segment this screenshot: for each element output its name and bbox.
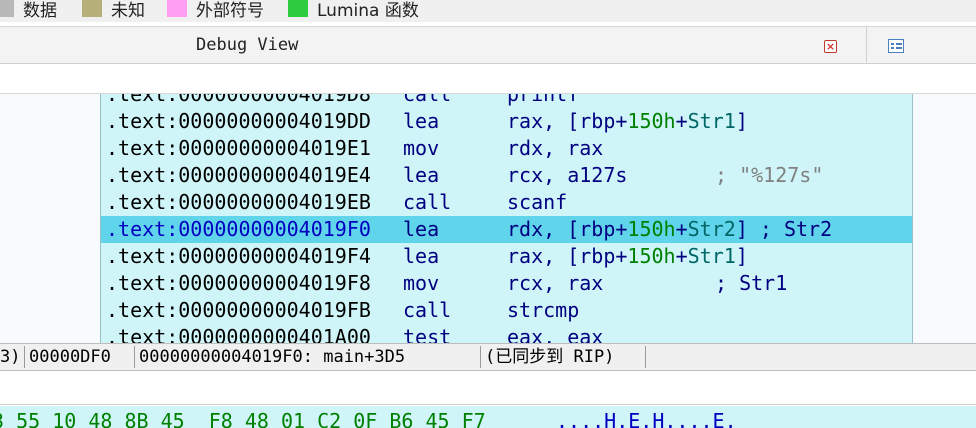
mnemonic: call [403,94,452,106]
operands: strcmp [507,298,580,322]
listing-row-selected[interactable]: .text:00000000004019F0 lea rdx, [rbp+150… [101,216,912,243]
comment: ; "%127s" [715,163,824,187]
operands: rax, [rbp+150h+Str1] [507,244,748,268]
operands: rcx, a127s [507,163,628,187]
status-divider [24,346,25,368]
legend-label: 外部符号 [196,0,264,21]
operands: eax, eax [507,325,604,343]
address: .text:00000000004019F4 [106,244,371,268]
listing-row[interactable]: .text:00000000004019DD lea rax, [rbp+150… [101,108,912,135]
legend-swatch-unknown [82,0,102,17]
hex-ascii: ....H.E.H....E. [556,409,737,428]
empty-toolbar [0,64,976,94]
address: .text:00000000004019F8 [106,271,371,295]
mnemonic: lea [403,217,440,241]
legend-swatch-data [0,0,14,17]
listing-row[interactable]: .text:00000000004019F4 lea rax, [rbp+150… [101,243,912,270]
legend-label: 未知 [111,0,145,21]
status-divider [480,346,481,368]
mnemonic: lea [403,244,440,268]
status-sync: (已同步到 RIP) [485,347,615,367]
status-file-offset: 00000DF0 [29,347,111,367]
mnemonic: lea [403,109,440,133]
disassembly-view: .text:00000000004019D8 call printf .text… [0,94,976,343]
listing-row[interactable]: .text:00000000004019FB call strcmp [101,297,912,324]
legend-item-lumina-function: Lumina 函数 [288,0,419,21]
listing-row[interactable]: .text:00000000004019F8 mov rcx, rax ; St… [101,270,912,297]
operands: rcx, rax [507,271,604,295]
legend-swatch-lumina-function [288,0,308,17]
legend-item-data: 数据 [0,0,57,21]
pane-splitter[interactable] [0,371,976,405]
operands: scanf [507,190,568,214]
view-tab-bar: Debug View × [0,26,976,65]
disassembly-listing[interactable]: .text:00000000004019D8 call printf .text… [100,94,913,343]
listing-row[interactable]: .text:00000000004019E1 mov rdx, rax [101,135,912,162]
listing-row[interactable]: .text:00000000004019D8 call printf [101,94,912,108]
status-divider [134,346,135,368]
disassembly-status-bar: 3) 00000DF0 00000000004019F0: main+3D5 (… [0,343,976,371]
operands: rdx, [rbp+150h+Str2] ; Str2 [507,217,833,241]
address: .text:0000000000401A00 [106,325,371,343]
operands: printf [507,94,580,106]
comment: ; Str1 [715,271,788,295]
address: .text:00000000004019EB [106,190,371,214]
mnemonic: lea [403,163,440,187]
hex-bytes: 3 55 10 48 8B 45 F8 48 01 C2 0F B6 45 F7 [0,409,486,428]
status-fragment: 3) [0,347,21,367]
legend-item-unknown: 未知 [82,0,145,21]
address: .text:00000000004019DD [106,109,371,133]
listing-row[interactable]: .text:00000000004019E4 lea rcx, a127s ; … [101,162,912,189]
status-divider [645,346,646,368]
close-icon[interactable]: × [824,40,837,53]
listing-row[interactable]: .text:00000000004019EB call scanf [101,189,912,216]
tab-separator [866,27,867,65]
operands: rdx, rax [507,136,604,160]
mnemonic: mov [403,271,440,295]
listing-row[interactable]: .text:0000000000401A00 test eax, eax [101,324,912,343]
address: .text:00000000004019E4 [106,163,371,187]
operands: rax, [rbp+150h+Str1] [507,109,748,133]
grid-icon[interactable] [888,39,904,53]
legend-swatch-external-symbol [167,0,187,17]
mnemonic: call [403,190,452,214]
status-location: 00000000004019F0: main+3D5 [139,347,406,367]
mnemonic: mov [403,136,440,160]
legend-label: Lumina 函数 [317,0,419,21]
tab-debug-view[interactable]: Debug View [196,35,298,55]
mnemonic: call [403,298,452,322]
address: .text:00000000004019FB [106,298,371,322]
legend-item-external-symbol: 外部符号 [167,0,264,21]
address: .text:00000000004019D8 [106,94,371,106]
color-legend: 数据 未知 外部符号 Lumina 函数 [0,0,976,22]
address: .text:00000000004019F0 [106,217,371,241]
mnemonic: test [403,325,452,343]
hex-view[interactable]: 3 55 10 48 8B 45 F8 48 01 C2 0F B6 45 F7… [0,406,976,428]
address: .text:00000000004019E1 [106,136,371,160]
legend-label: 数据 [23,0,57,21]
